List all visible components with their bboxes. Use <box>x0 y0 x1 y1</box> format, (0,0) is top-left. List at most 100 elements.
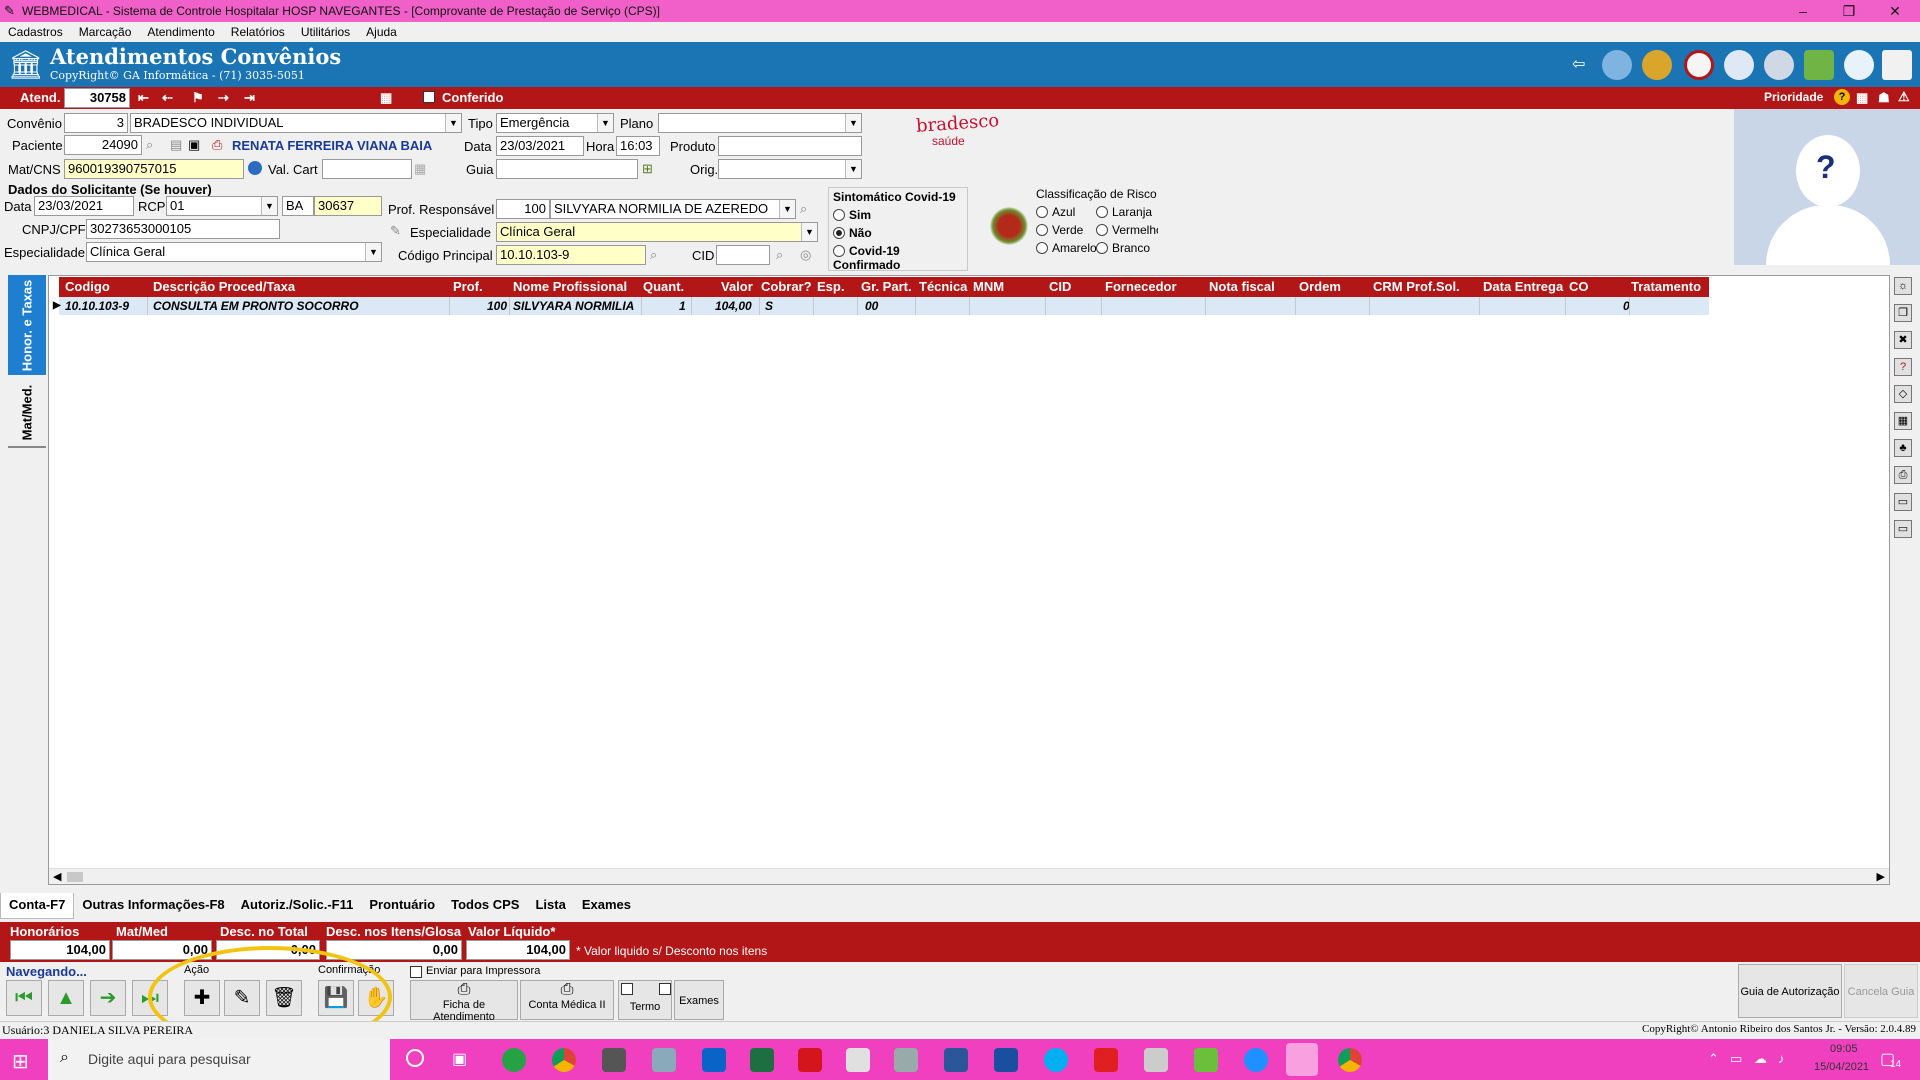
covid-option-sim[interactable]: Sim <box>833 208 871 222</box>
covid-option-confirmado[interactable]: Covid-19 Confirmado <box>833 244 967 272</box>
radio-laranja[interactable] <box>1096 206 1108 218</box>
uf-field[interactable]: BA <box>282 196 314 216</box>
col-fornecedor[interactable]: Fornecedor <box>1105 277 1177 297</box>
tray-chevron-icon[interactable]: ⌃ <box>1708 1051 1719 1067</box>
risk-branco[interactable]: Branco <box>1096 241 1150 255</box>
nav-prev-button[interactable]: ▲ <box>48 980 84 1016</box>
radio-confirmado[interactable] <box>833 245 845 257</box>
table-row[interactable]: ▶ 10.10.103-9 CONSULTA EM PRONTO SOCORRO… <box>53 297 1709 315</box>
cnpj-field[interactable]: 30273653000105 <box>86 219 280 239</box>
risk-vermelho[interactable]: Vermelho <box>1096 223 1158 237</box>
back-arrow-icon[interactable]: ⇦ <box>1572 54 1585 74</box>
menu-relatorios[interactable]: Relatórios <box>223 25 293 39</box>
nav-last-icon[interactable]: ⇥ <box>244 90 255 106</box>
col-mnm[interactable]: MNM <box>973 277 1004 297</box>
prof-search-icon[interactable]: ⌕ <box>800 201 807 217</box>
whatsapp-icon[interactable] <box>502 1048 526 1072</box>
windows-start-icon[interactable]: ⊞ <box>12 1049 29 1074</box>
trash-icon[interactable]: ✖ <box>1894 331 1912 349</box>
valcart-field[interactable] <box>322 159 412 179</box>
app-icon-4[interactable] <box>652 1048 676 1072</box>
help-icon[interactable]: ? <box>1834 89 1850 105</box>
taskbar-search[interactable]: ⌕ Digite aqui para pesquisar <box>48 1039 390 1080</box>
clock-date[interactable]: 15/04/2021 <box>1814 1061 1869 1073</box>
skype-icon[interactable] <box>1044 1048 1068 1072</box>
col-data-entrega[interactable]: Data Entrega <box>1483 277 1563 297</box>
excel-icon[interactable] <box>750 1048 774 1072</box>
ie-icon[interactable] <box>1244 1048 1268 1072</box>
app-icon-9[interactable] <box>894 1048 918 1072</box>
chrome2-icon[interactable] <box>1338 1048 1362 1072</box>
tab-autoriz-solic[interactable]: Autoriz./Solic.-F11 <box>233 893 362 919</box>
handshake-icon[interactable] <box>1764 50 1794 80</box>
col-codigo[interactable]: Codigo <box>65 277 110 297</box>
tipo-select[interactable]: Emergência ▼ <box>496 113 614 133</box>
app-icon-3[interactable] <box>602 1048 626 1072</box>
search-icon[interactable]: ⌕ <box>146 137 153 153</box>
tab-conta[interactable]: Conta-F7 <box>0 893 75 919</box>
chevron-down-icon[interactable]: ▼ <box>597 114 613 132</box>
menu-cadastros[interactable]: Cadastros <box>0 25 71 39</box>
tab-todos-cps[interactable]: Todos CPS <box>443 893 527 919</box>
nav-next-button[interactable]: ➔ <box>90 980 126 1016</box>
chevron-down-icon[interactable]: ▼ <box>845 114 861 132</box>
sol-data-field[interactable]: 23/03/2021 <box>34 196 134 216</box>
tab-outras-informacoes[interactable]: Outras Informações-F8 <box>74 893 232 919</box>
guia-autorizacao-button[interactable]: Guia de Autorização <box>1738 964 1842 1018</box>
cell-codigo[interactable]: 10.10.103-9 <box>65 297 129 315</box>
volume-icon[interactable]: ♪ <box>1778 1051 1785 1066</box>
matcns-field[interactable]: 960019390757015 <box>64 159 244 179</box>
outlook-icon[interactable] <box>702 1048 726 1072</box>
termo-checkbox[interactable] <box>621 983 633 995</box>
user-add-icon[interactable] <box>1602 50 1632 80</box>
radio-verde[interactable] <box>1036 224 1048 236</box>
conferido-checkbox[interactable] <box>423 91 435 103</box>
monitor2-icon[interactable]: ▭ <box>1894 520 1912 538</box>
report-icon[interactable] <box>1882 50 1912 80</box>
calendar-picker-icon[interactable]: ▦ <box>414 161 426 177</box>
close-button[interactable]: ✕ <box>1872 0 1918 22</box>
menu-ajuda[interactable]: Ajuda <box>358 25 405 39</box>
document-icon[interactable]: ▤ <box>170 137 182 153</box>
cell-valor[interactable]: 104,00 <box>715 297 752 315</box>
radio-branco[interactable] <box>1096 242 1108 254</box>
globe-icon[interactable] <box>248 161 262 175</box>
prof-resp-select[interactable]: SILVYARA NORMILIA DE AZEREDO ▼ <box>550 199 796 219</box>
cod-search-icon[interactable]: ⌕ <box>650 247 657 263</box>
sms-icon[interactable] <box>1804 50 1834 80</box>
hora-field[interactable]: 16:03 <box>616 136 660 156</box>
conta-medica-button[interactable]: ⎙ Conta Médica II <box>520 980 614 1020</box>
chevron-down-icon[interactable]: ▼ <box>261 197 277 215</box>
col-gr-part[interactable]: Gr. Part. <box>861 277 912 297</box>
col-quant[interactable]: Quant. <box>643 277 684 297</box>
risk-azul[interactable]: Azul <box>1036 205 1075 219</box>
acrobat-icon[interactable] <box>798 1048 822 1072</box>
guia-lookup-icon[interactable]: ⊞ <box>642 161 653 177</box>
notepad-icon[interactable] <box>1194 1048 1218 1072</box>
esp2-select[interactable]: Clínica Geral ▼ <box>496 222 818 242</box>
alert-icon[interactable]: ⚠ <box>1898 89 1910 105</box>
scroll-left-icon[interactable]: ◀ <box>53 870 61 883</box>
print-icon[interactable]: ⎙ <box>1894 466 1912 484</box>
cell-gr-part[interactable]: 00 <box>865 297 878 315</box>
cell-cobrar[interactable]: S <box>765 297 773 315</box>
network-icon[interactable]: ▭ <box>1730 1051 1742 1067</box>
clock-icon[interactable] <box>1684 50 1714 80</box>
radio-amarelo[interactable] <box>1036 242 1048 254</box>
cell-descricao[interactable]: CONSULTA EM PRONTO SOCORRO <box>153 297 359 315</box>
monitor-icon[interactable]: ▭ <box>1894 493 1912 511</box>
pen-icon[interactable]: ✎ <box>390 223 401 239</box>
horizontal-scrollbar[interactable]: ◀ ▶ <box>49 868 1889 884</box>
scroll-right-icon[interactable]: ▶ <box>1877 870 1885 883</box>
col-esp[interactable]: Esp. <box>817 277 844 297</box>
col-co[interactable]: CO <box>1569 277 1589 297</box>
calculator-app-icon[interactable] <box>846 1048 870 1072</box>
esp-select[interactable]: Clínica Geral ▼ <box>86 242 382 262</box>
sun-icon[interactable]: ☼ <box>1894 277 1912 295</box>
cloud-icon[interactable]: ☁ <box>1754 1051 1767 1067</box>
col-cid[interactable]: CID <box>1049 277 1071 297</box>
chrome-icon[interactable] <box>552 1048 576 1072</box>
menu-atendimento[interactable]: Atendimento <box>139 25 222 39</box>
calendar-icon[interactable]: ▦ <box>1856 90 1868 106</box>
col-ordem[interactable]: Ordem <box>1299 277 1341 297</box>
